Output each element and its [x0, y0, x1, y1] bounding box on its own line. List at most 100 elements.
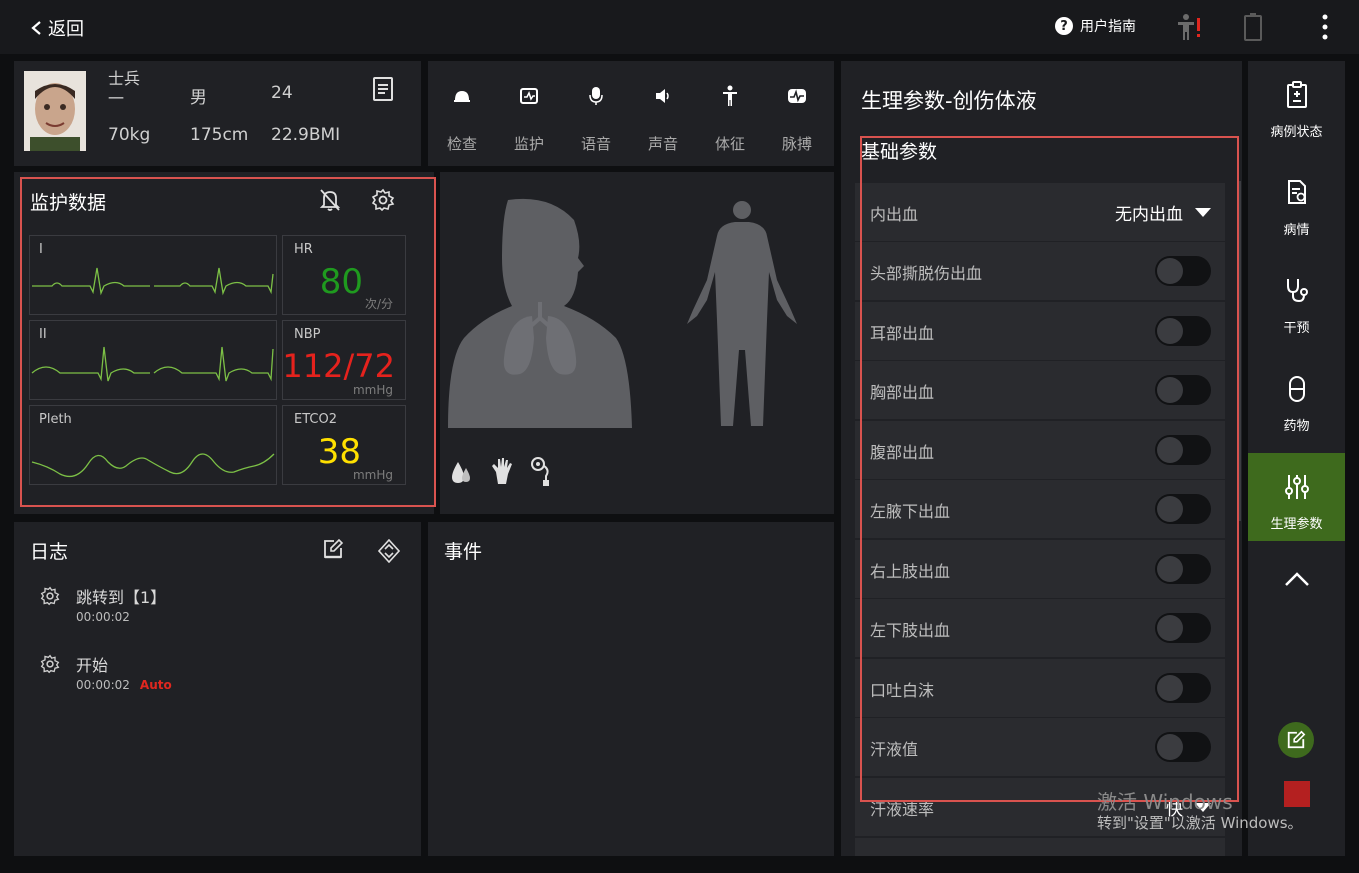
probe-icon[interactable] — [528, 456, 554, 488]
chevron-up-icon[interactable] — [1284, 570, 1310, 588]
log-time: 00:00:02 — [76, 678, 130, 692]
tool-monitor[interactable]: 监护 — [495, 61, 563, 153]
microphone-icon — [589, 87, 603, 105]
tool-body-sign[interactable]: 体征 — [696, 61, 764, 153]
param-row: 右上肢出血 — [855, 540, 1225, 598]
hand-icon[interactable] — [490, 456, 514, 486]
params-panel: 生理参数-创伤体液 基础参数 内出血 无内出血 头部撕脱伤出血 耳部出血 胸部出… — [841, 61, 1242, 856]
patient-panel: 士兵一 男 24 70kg 175cm 22.9BMI — [14, 61, 421, 166]
etco2-value: 38 — [317, 432, 361, 472]
nbp-value: 112/72 — [282, 347, 395, 385]
tool-exam[interactable]: 检查 — [428, 61, 496, 153]
toggle-switch[interactable] — [1155, 256, 1211, 286]
select-value: 无内出血 — [1115, 205, 1183, 225]
toggle-switch[interactable] — [1155, 732, 1211, 762]
patient-height: 175cm — [190, 125, 249, 145]
vital-unit: mmHg — [352, 383, 393, 397]
toggle-switch[interactable] — [1155, 613, 1211, 643]
param-row: 耳部出血 — [855, 302, 1225, 360]
sidebar-item-physiology[interactable]: 生理参数 — [1248, 453, 1345, 541]
patient-gender: 男 — [190, 88, 207, 108]
vital-label: HR — [294, 242, 313, 257]
tool-sound[interactable]: 声音 — [629, 61, 697, 153]
stop-button[interactable] — [1284, 781, 1310, 807]
param-row — [855, 838, 1225, 856]
param-name: 腹部出血 — [870, 443, 935, 462]
bell-off-icon[interactable] — [319, 188, 341, 212]
edit-icon — [1287, 730, 1306, 749]
params-title: 生理参数-创伤体液 — [861, 89, 1037, 113]
toggle-switch[interactable] — [1155, 494, 1211, 524]
drops-icon[interactable] — [450, 458, 472, 486]
battery-icon — [1244, 13, 1262, 41]
monitor-icon — [520, 88, 538, 104]
tool-label: 监护 — [513, 135, 544, 153]
person-alert-icon[interactable] — [1175, 12, 1205, 42]
param-row-internal-bleeding: 内出血 无内出血 — [855, 183, 1225, 241]
log-text: 开始 — [76, 656, 109, 675]
sidebar-item-intervention[interactable]: 干预 — [1248, 257, 1345, 345]
hr-box: HR 80 次/分 — [282, 235, 406, 315]
param-row: 汗液值 — [855, 718, 1225, 776]
param-name: 左腋下出血 — [870, 502, 951, 521]
etco2-box: ETCO2 38 mmHg — [282, 405, 406, 485]
tool-label: 语音 — [580, 135, 611, 153]
patient-weight: 70kg — [108, 125, 151, 145]
tool-voice[interactable]: 语音 — [562, 61, 630, 153]
scrollbar[interactable] — [1238, 181, 1241, 521]
sidebar-label: 生理参数 — [1270, 517, 1323, 532]
patient-age: 24 — [271, 83, 293, 103]
clipboard-icon — [1286, 81, 1307, 108]
toggle-switch[interactable] — [1155, 435, 1211, 465]
log-title: 日志 — [30, 541, 69, 563]
activation-watermark-text: 转到"设置"以激活 Windows。 — [1097, 814, 1303, 832]
toggle-switch[interactable] — [1155, 673, 1211, 703]
internal-bleeding-select[interactable]: 无内出血 — [1115, 200, 1211, 225]
monitor-panel: 监护数据 I II Pleth HR 80 次/分 NBP 112/72 mmH… — [14, 172, 434, 514]
sidebar-item-condition[interactable]: 病情 — [1248, 159, 1345, 247]
log-text: 跳转到【1】 — [76, 588, 167, 607]
sidebar-label: 病例状态 — [1270, 125, 1323, 140]
body-sign-icon — [723, 85, 737, 106]
param-name: 耳部出血 — [870, 324, 935, 343]
events-title: 事件 — [444, 541, 483, 563]
gear-icon[interactable] — [371, 188, 395, 212]
record-icon — [1287, 180, 1306, 204]
body-panel — [440, 172, 834, 514]
param-name: 口吐白沫 — [870, 681, 935, 700]
log-panel: 日志 跳转到【1】 00:00:02 开始 00:00:02 Auto — [14, 522, 421, 856]
sidebar-item-case-status[interactable]: 病例状态 — [1248, 61, 1345, 149]
tool-pulse[interactable]: 脉搏 — [763, 61, 831, 153]
back-button[interactable]: 返回 — [30, 15, 84, 41]
tool-label: 声音 — [647, 135, 678, 153]
sidebar-item-medication[interactable]: 药物 — [1248, 355, 1345, 443]
param-name: 左下肢出血 — [870, 621, 951, 640]
toggle-switch[interactable] — [1155, 375, 1211, 405]
vital-unit: mmHg — [352, 468, 393, 482]
toggle-switch[interactable] — [1155, 316, 1211, 346]
expand-collapse-icon[interactable] — [378, 539, 400, 563]
gear-icon — [40, 654, 60, 674]
user-guide-label: 用户指南 — [1080, 19, 1136, 35]
tool-label: 检查 — [446, 135, 477, 153]
stethoscope-icon — [1286, 279, 1308, 303]
param-row: 头部撕脱伤出血 — [855, 242, 1225, 300]
more-vertical-icon[interactable] — [1315, 13, 1335, 41]
chevron-left-icon — [31, 21, 41, 35]
toggle-switch[interactable] — [1155, 554, 1211, 584]
param-name: 右上肢出血 — [870, 562, 951, 581]
top-bar: 返回 ? 用户指南 — [0, 0, 1359, 54]
patient-bmi: 22.9BMI — [271, 125, 341, 145]
full-body-figure[interactable] — [683, 200, 801, 428]
help-icon: ? — [1055, 17, 1073, 35]
back-label: 返回 — [48, 19, 84, 40]
note-button[interactable] — [1278, 722, 1314, 758]
torso-lungs-figure[interactable] — [446, 198, 636, 430]
document-icon[interactable] — [372, 76, 394, 102]
log-time-row: 00:00:02 Auto — [76, 678, 172, 692]
user-guide-button[interactable]: ? 用户指南 — [1055, 16, 1136, 36]
edit-icon[interactable] — [322, 538, 344, 560]
param-name: 内出血 — [870, 205, 919, 224]
events-panel: 事件 — [428, 522, 834, 856]
hr-value: 80 — [319, 262, 363, 302]
